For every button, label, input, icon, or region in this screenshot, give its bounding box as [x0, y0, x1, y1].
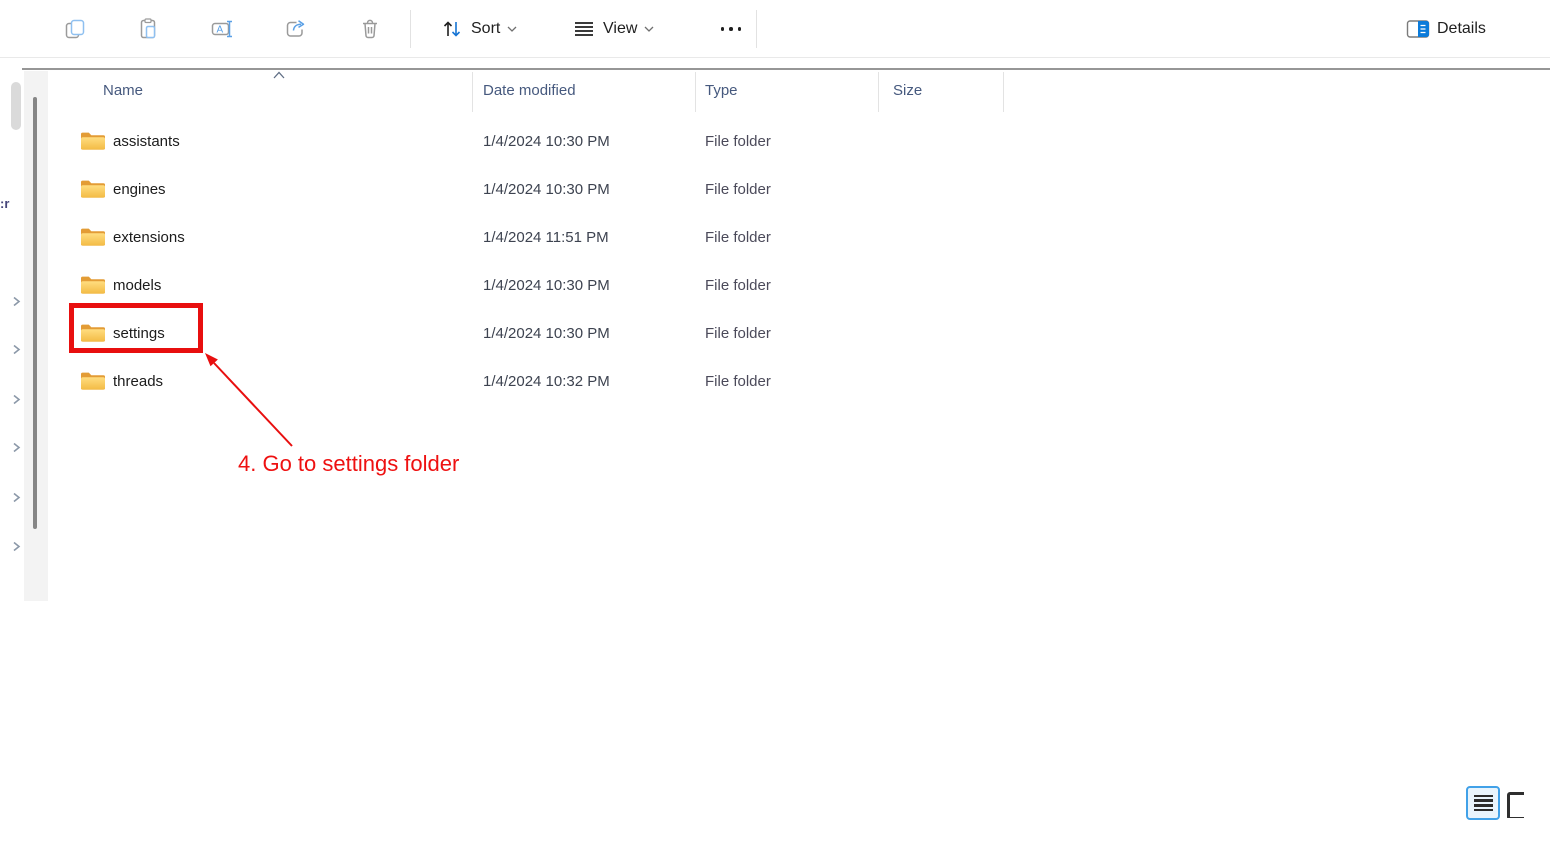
- file-name[interactable]: models: [113, 261, 161, 309]
- share-icon: [283, 17, 307, 41]
- folder-icon: [80, 371, 106, 391]
- column-separator[interactable]: [878, 72, 879, 112]
- annotation-text: 4. Go to settings folder: [238, 451, 459, 477]
- column-header-type[interactable]: Type: [705, 82, 738, 99]
- column-separator[interactable]: [1003, 72, 1004, 112]
- window-scrollbar-thumb[interactable]: [11, 82, 21, 130]
- tree-expand-chevron-icon[interactable]: [12, 344, 21, 355]
- details-view-toggle-button[interactable]: [1466, 786, 1500, 820]
- view-icon: [572, 17, 596, 41]
- column-header-date-modified[interactable]: Date modified: [483, 82, 576, 99]
- tree-expand-chevron-icon[interactable]: [12, 394, 21, 405]
- file-row-engines[interactable]: engines 1/4/2024 10:30 PM File folder: [56, 165, 1056, 213]
- tree-expand-chevron-icon[interactable]: [12, 492, 21, 503]
- file-row-models[interactable]: models 1/4/2024 10:30 PM File folder: [56, 261, 1056, 309]
- file-name[interactable]: extensions: [113, 213, 185, 261]
- folder-icon: [80, 323, 106, 343]
- see-more-button[interactable]: [716, 14, 746, 44]
- chevron-down-icon: [507, 26, 517, 32]
- paste-button[interactable]: [133, 14, 163, 44]
- file-name[interactable]: assistants: [113, 117, 180, 165]
- file-date-modified: 1/4/2024 10:32 PM: [483, 357, 610, 405]
- details-view-icon: [1474, 795, 1493, 797]
- column-separator[interactable]: [695, 72, 696, 112]
- share-button[interactable]: [280, 14, 310, 44]
- details-label: Details: [1437, 20, 1486, 38]
- folder-icon: [80, 227, 106, 247]
- sort-label: Sort: [471, 20, 500, 38]
- toolbar-separator: [410, 10, 411, 48]
- rename-button[interactable]: A: [207, 14, 237, 44]
- nav-pane-scrollbar-thumb[interactable]: [33, 97, 37, 529]
- file-type: File folder: [705, 213, 771, 261]
- file-type: File folder: [705, 117, 771, 165]
- file-row-extensions[interactable]: extensions 1/4/2024 11:51 PM File folder: [56, 213, 1056, 261]
- rename-icon: A: [210, 17, 234, 41]
- folder-icon: [80, 275, 106, 295]
- file-date-modified: 1/4/2024 10:30 PM: [483, 165, 610, 213]
- file-name[interactable]: engines: [113, 165, 166, 213]
- chevron-down-icon: [644, 26, 654, 32]
- file-date-modified: 1/4/2024 10:30 PM: [483, 309, 610, 357]
- ellipsis-icon: [721, 27, 742, 31]
- column-header-name[interactable]: Name: [103, 82, 143, 99]
- tree-expand-chevron-icon[interactable]: [12, 442, 21, 453]
- tree-expand-chevron-icon[interactable]: [12, 296, 21, 307]
- file-row-settings[interactable]: settings 1/4/2024 10:30 PM File folder: [56, 309, 1056, 357]
- file-date-modified: 1/4/2024 10:30 PM: [483, 117, 610, 165]
- icons-view-toggle-button[interactable]: [1507, 792, 1524, 818]
- file-type: File folder: [705, 261, 771, 309]
- command-bar: A Sort: [0, 0, 1550, 58]
- column-separator[interactable]: [472, 72, 473, 112]
- delete-icon: [358, 17, 382, 41]
- tree-expand-chevron-icon[interactable]: [12, 541, 21, 552]
- details-pane-button[interactable]: Details: [1406, 14, 1486, 44]
- sort-icon: [440, 17, 464, 41]
- view-button[interactable]: View: [572, 14, 654, 44]
- file-date-modified: 1/4/2024 10:30 PM: [483, 261, 610, 309]
- file-explorer-window: A Sort: [0, 0, 1550, 844]
- details-pane-icon: [1406, 19, 1430, 39]
- toolbar-separator: [756, 10, 757, 48]
- file-row-threads[interactable]: threads 1/4/2024 10:32 PM File folder: [56, 357, 1056, 405]
- file-date-modified: 1/4/2024 11:51 PM: [483, 213, 609, 261]
- paste-icon: [136, 17, 160, 41]
- sort-ascending-chevron-icon: [272, 71, 286, 79]
- folder-icon: [80, 179, 106, 199]
- sort-button[interactable]: Sort: [440, 14, 517, 44]
- file-row-assistants[interactable]: assistants 1/4/2024 10:30 PM File folder: [56, 117, 1056, 165]
- svg-text:A: A: [217, 25, 224, 36]
- file-name[interactable]: settings: [113, 309, 165, 357]
- file-type: File folder: [705, 309, 771, 357]
- icons-view-icon: [1507, 792, 1524, 818]
- delete-button[interactable]: [355, 14, 385, 44]
- copy-button[interactable]: [60, 14, 90, 44]
- copy-icon: [63, 17, 87, 41]
- nav-pane-clipped-text: :r: [0, 196, 9, 211]
- view-label: View: [603, 20, 637, 38]
- file-type: File folder: [705, 165, 771, 213]
- file-type: File folder: [705, 357, 771, 405]
- content-top-divider: [22, 68, 1550, 70]
- file-name[interactable]: threads: [113, 357, 163, 405]
- folder-icon: [80, 131, 106, 151]
- column-header-size[interactable]: Size: [893, 82, 922, 99]
